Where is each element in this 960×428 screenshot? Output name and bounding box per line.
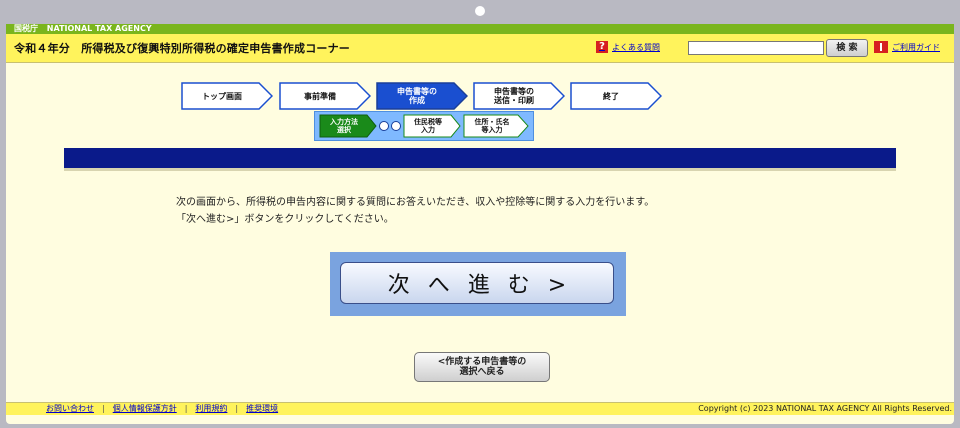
back-button[interactable]: <作成する申告書等の 選択へ戻る (414, 352, 550, 382)
sub-steps: 入力方法 選択 住民税等 入力 住所・氏名 等入力 (314, 111, 534, 141)
separator: | (184, 404, 188, 413)
substep-label: 住所・氏名 等入力 (474, 118, 510, 134)
camera-dot (475, 6, 485, 16)
agency-name-ja: 国税庁 (14, 24, 38, 33)
footer: お問い合わせ | 個人情報保護方針 | 利用規約 | 推奨環境 Copyrigh… (6, 402, 954, 415)
step-top: トップ画面 (181, 82, 273, 110)
guide-label: ご利用ガイド (892, 42, 940, 52)
step-label: 申告書等の 送信・印刷 (494, 87, 534, 105)
book-icon (874, 41, 888, 53)
step-create: 申告書等の 作成 (376, 82, 468, 110)
search-input[interactable] (688, 41, 824, 55)
substep-residence-tax: 住民税等 入力 (403, 114, 461, 138)
step-send: 申告書等の 送信・印刷 (473, 82, 565, 110)
progress-dots (379, 121, 401, 131)
next-button-frame: 次へ進む> (330, 252, 626, 316)
substep-label: 入力方法 選択 (330, 118, 358, 134)
instruction-line-1: 次の画面から、所得税の申告内容に関する質問にお答えいただき、収入や控除等に関する… (176, 197, 655, 208)
footer-link-privacy[interactable]: 個人情報保護方針 (113, 403, 177, 415)
step-label: 事前準備 (304, 91, 336, 101)
app-window: 国税庁 NATIONAL TAX AGENCY 令和４年分 所得税及び復興特別所… (6, 24, 954, 424)
footer-links: お問い合わせ | 個人情報保護方針 | 利用規約 | 推奨環境 (46, 403, 278, 415)
title-bar: 令和４年分 所得税及び復興特別所得税の確定申告書作成コーナー ? よくある質問 … (6, 34, 954, 63)
footer-link-contact[interactable]: お問い合わせ (46, 403, 94, 415)
step-label: トップ画面 (202, 91, 242, 101)
agency-bar: 国税庁 NATIONAL TAX AGENCY (6, 24, 954, 34)
faq-link[interactable]: ? よくある質問 (596, 41, 660, 53)
separator: | (102, 404, 105, 413)
section-bar-shadow (64, 168, 896, 171)
search-button[interactable]: 検 索 (826, 39, 868, 57)
substep-label: 住民税等 入力 (414, 118, 442, 134)
agency-name-en: NATIONAL TAX AGENCY (46, 24, 152, 33)
substep-address: 住所・氏名 等入力 (463, 114, 529, 138)
substep-method: 入力方法 選択 (319, 114, 377, 138)
step-prep: 事前準備 (279, 82, 371, 110)
instruction-line-2: 「次へ進む>」ボタンをクリックしてください。 (176, 214, 394, 225)
section-bar (64, 148, 896, 168)
step-label: 申告書等の 作成 (397, 87, 437, 105)
faq-label: よくある質問 (612, 42, 660, 52)
copyright: Copyright (c) 2023 NATIONAL TAX AGENCY A… (698, 404, 952, 413)
question-icon: ? (596, 41, 608, 53)
step-end: 終了 (570, 82, 662, 110)
separator: | (235, 404, 239, 413)
next-button[interactable]: 次へ進む> (340, 262, 614, 304)
step-label: 終了 (603, 91, 619, 101)
page-title: 令和４年分 所得税及び復興特別所得税の確定申告書作成コーナー (14, 42, 350, 55)
footer-link-terms[interactable]: 利用規約 (195, 403, 227, 415)
guide-link[interactable]: ご利用ガイド (874, 41, 940, 53)
footer-link-environment[interactable]: 推奨環境 (246, 403, 278, 415)
instruction-text: 次の画面から、所得税の申告内容に関する質問にお答えいただき、収入や控除等に関する… (176, 194, 654, 228)
